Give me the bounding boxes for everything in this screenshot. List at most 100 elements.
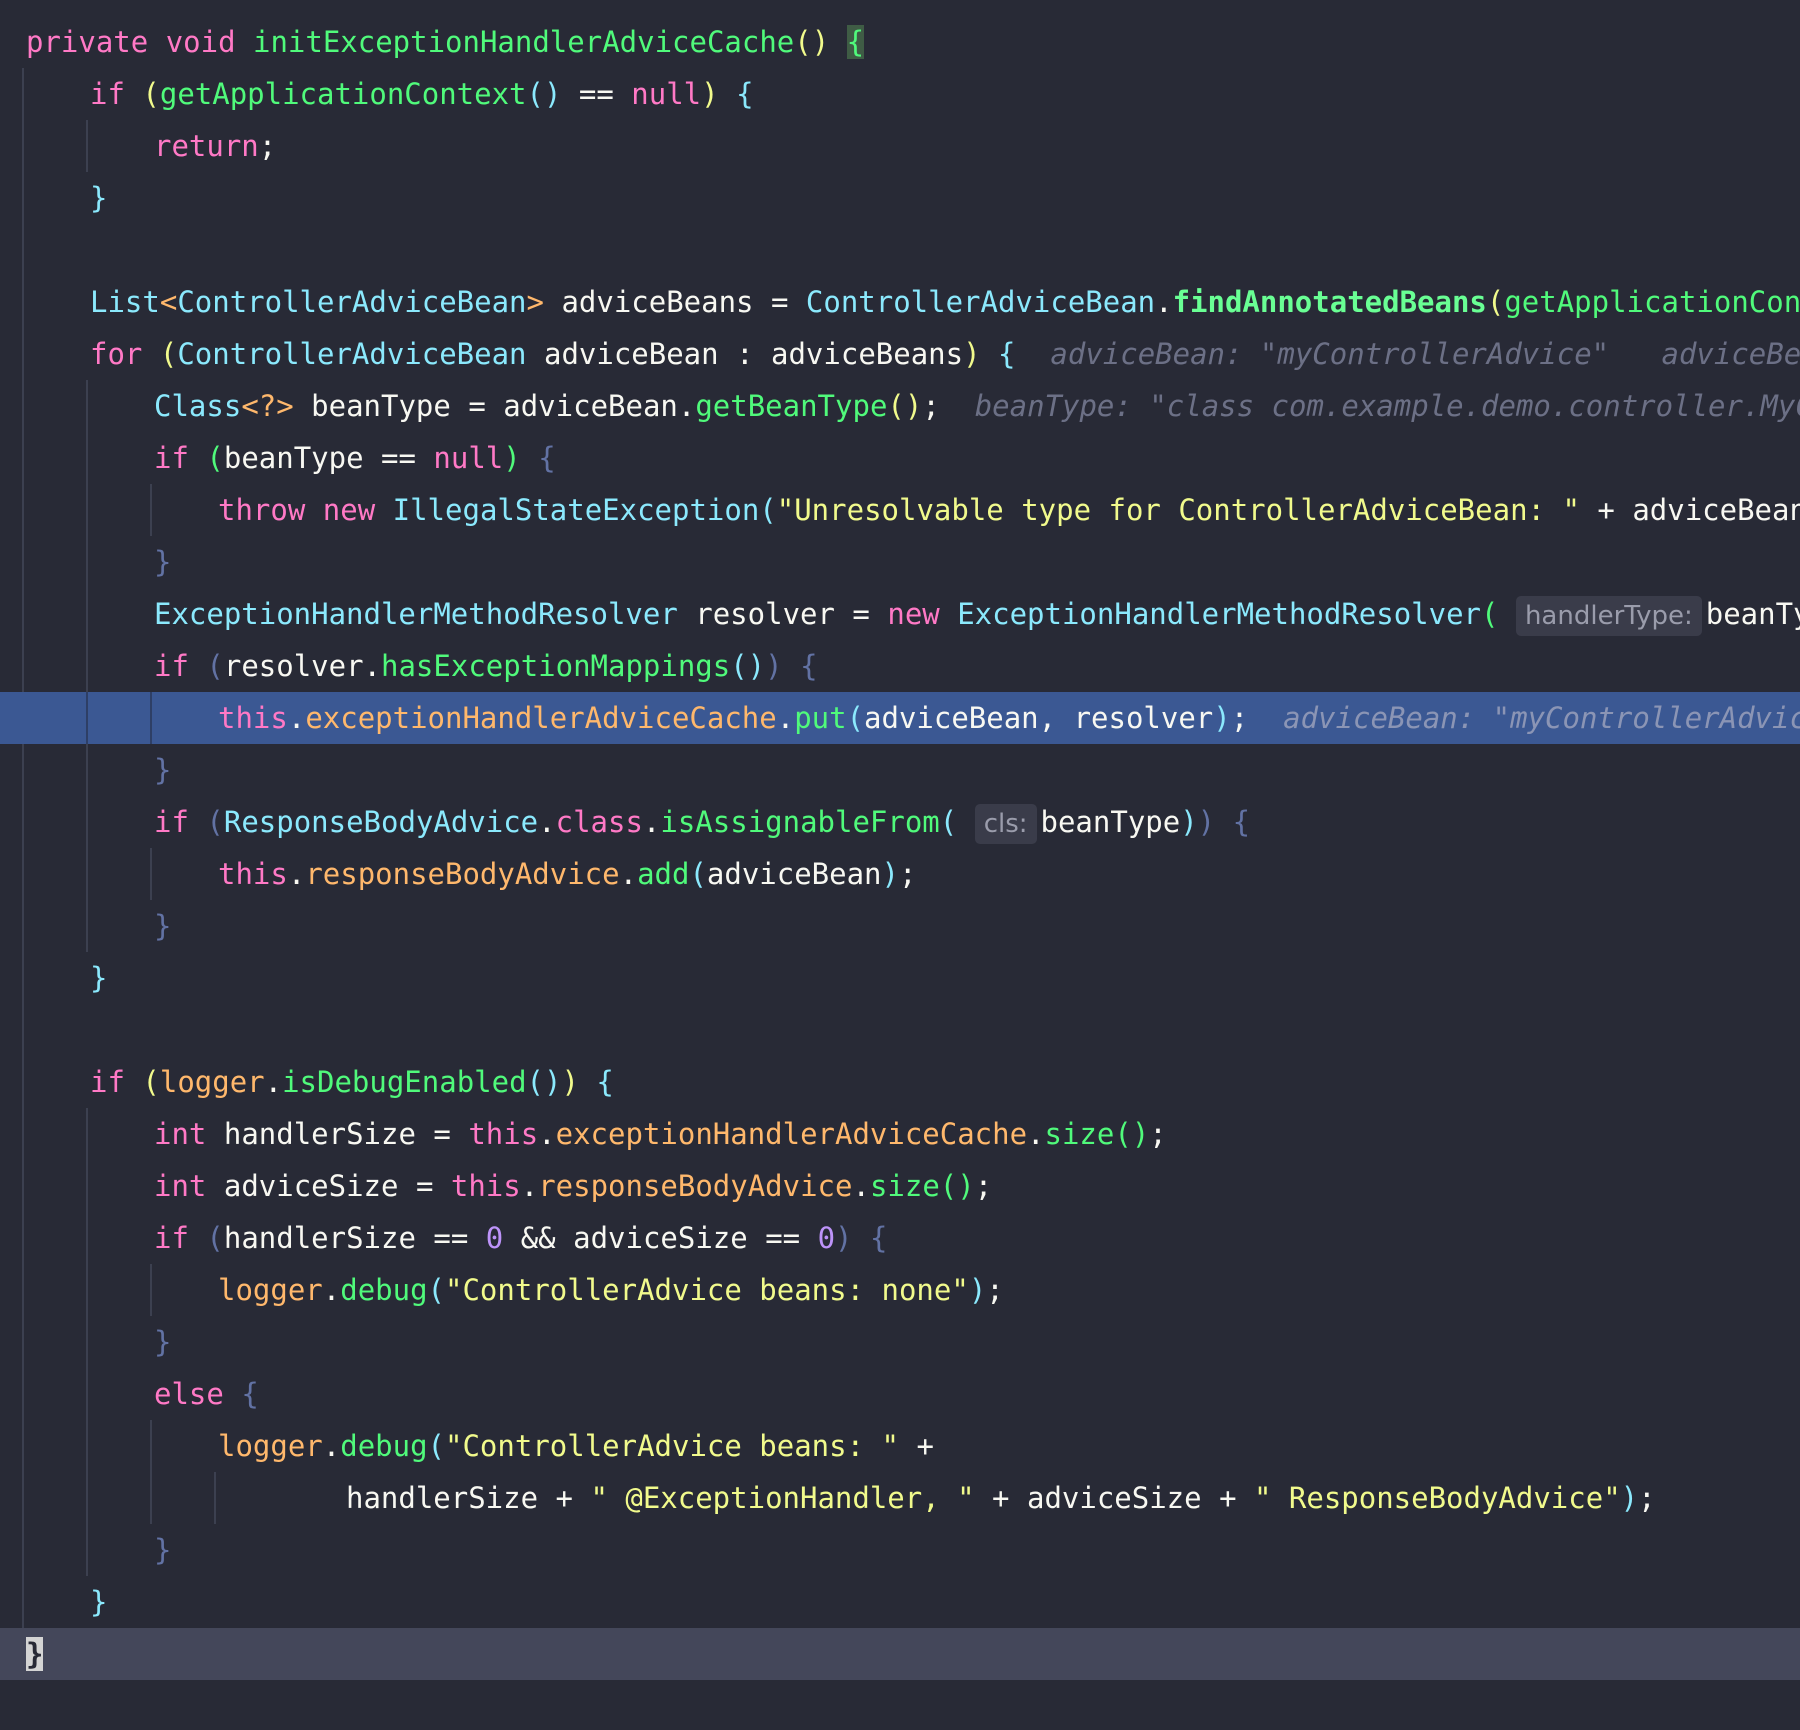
token-operator: == — [578, 77, 614, 111]
code-line-18[interactable]: } — [0, 900, 1800, 952]
code-line-5[interactable] — [0, 224, 1800, 276]
token-type: ResponseBodyAdvice — [223, 805, 539, 839]
parameter-name-hint: handlerType: — [1515, 596, 1702, 636]
code-line-16[interactable]: if (ResponseBodyAdvice.class.isAssignabl… — [0, 796, 1800, 848]
token-brace: } — [154, 1325, 172, 1359]
token-paren: () — [1114, 1117, 1150, 1151]
token-method-call: getApplicationContext — [159, 77, 527, 111]
token-dot: . — [642, 805, 661, 839]
code-line-17[interactable]: this.responseBodyAdvice.add(adviceBean); — [0, 848, 1800, 900]
token-method-name: initExceptionHandlerAdviceCache — [253, 25, 795, 59]
token-brace: } — [90, 181, 108, 215]
token-operator: == — [381, 441, 416, 475]
code-line-14-execution-point[interactable]: this.exceptionHandlerAdviceCache.put(adv… — [0, 692, 1800, 744]
token-brace: { — [869, 1221, 888, 1255]
token-dot: . — [852, 1169, 870, 1203]
token-field: responseBodyAdvice — [538, 1169, 853, 1203]
code-line-8[interactable]: Class<?> beanType = adviceBean.getBeanTy… — [0, 380, 1800, 432]
token-variable: adviceSize — [223, 1169, 399, 1203]
debug-inline-value: beanType: "class com.example.demo.contro… — [974, 389, 1800, 423]
token-string: "ControllerAdvice beans: " — [445, 1429, 899, 1463]
token-variable: resolver — [223, 649, 364, 683]
code-line-31[interactable]: } — [0, 1576, 1800, 1628]
token-variable: adviceBeans — [771, 337, 964, 371]
code-line-23[interactable]: int adviceSize = this.responseBodyAdvice… — [0, 1160, 1800, 1212]
code-line-25[interactable]: logger.debug("ControllerAdvice beans: no… — [0, 1264, 1800, 1316]
code-editor[interactable]: private void initExceptionHandlerAdviceC… — [0, 0, 1800, 1730]
token-method-call: getApplicationContext — [1504, 285, 1800, 319]
token-type: ExceptionHandlerMethodResolver — [957, 597, 1482, 631]
token-method-call: getBeanType — [695, 389, 888, 423]
code-line-12[interactable]: ExceptionHandlerMethodResolver resolver … — [0, 588, 1800, 640]
token-variable: beanType — [1705, 597, 1800, 631]
code-line-11[interactable]: } — [0, 536, 1800, 588]
token-field: exceptionHandlerAdviceCache — [555, 1117, 1028, 1151]
token-operator: + — [1219, 1481, 1237, 1515]
code-line-20[interactable] — [0, 1004, 1800, 1056]
token-variable: handlerSize — [223, 1221, 416, 1255]
code-line-30[interactable]: } — [0, 1524, 1800, 1576]
code-line-2[interactable]: if (getApplicationContext() == null) { — [0, 68, 1800, 120]
code-line-4[interactable]: } — [0, 172, 1800, 224]
code-line-28[interactable]: logger.debug("ControllerAdvice beans: " … — [0, 1420, 1800, 1472]
token-semicolon: ; — [1638, 1481, 1656, 1515]
token-paren: ( — [142, 1065, 160, 1099]
token-dot: . — [538, 805, 556, 839]
token-paren: ( — [427, 1273, 446, 1307]
token-variable: resolver — [695, 597, 835, 631]
token-semicolon: ; — [1230, 701, 1249, 735]
token-method-call: debug — [340, 1273, 428, 1307]
code-line-21[interactable]: if (logger.isDebugEnabled()) { — [0, 1056, 1800, 1108]
caret-matched-brace: } — [26, 1637, 44, 1671]
token-keyword: if — [154, 805, 189, 839]
token-method-call: debug — [340, 1429, 428, 1463]
token-keyword: null — [433, 441, 504, 475]
token-keyword: int — [154, 1117, 207, 1151]
token-dot: . — [520, 1169, 539, 1203]
token-paren: ) — [765, 649, 783, 683]
code-line-29[interactable]: handlerSize + " @ExceptionHandler, " + a… — [0, 1472, 1800, 1524]
code-line-26[interactable]: } — [0, 1316, 1800, 1368]
token-brace: { — [736, 77, 754, 111]
token-dot: . — [264, 1065, 283, 1099]
code-line-3[interactable]: return; — [0, 120, 1800, 172]
token-field: exceptionHandlerAdviceCache — [305, 701, 777, 735]
token-paren: ( — [206, 1221, 224, 1255]
token-variable: adviceBean — [503, 389, 678, 423]
token-keyword: if — [154, 649, 189, 683]
code-line-7[interactable]: for (ControllerAdviceBean adviceBean : a… — [0, 328, 1800, 380]
token-semicolon: ; — [986, 1273, 1004, 1307]
code-line-19[interactable]: } — [0, 952, 1800, 1004]
code-line-24[interactable]: if (handlerSize == 0 && adviceSize == 0)… — [0, 1212, 1800, 1264]
token-keyword: throw — [218, 493, 306, 527]
parameter-name-hint: cls: — [974, 804, 1037, 844]
code-line-13[interactable]: if (resolver.hasExceptionMappings()) { — [0, 640, 1800, 692]
debug-inline-value: adviceBean: "myControllerAdvice" — [1283, 701, 1800, 735]
token-paren: ) — [1213, 701, 1231, 735]
token-paren: ( — [159, 337, 178, 371]
token-keyword: for — [90, 337, 143, 371]
code-line-32-caret[interactable]: } — [0, 1628, 1800, 1680]
token-keyword: new — [322, 493, 376, 527]
debug-inline-value: adviceBean: "myControllerAdvice" — [1050, 337, 1610, 371]
token-keyword: this — [450, 1169, 521, 1203]
token-variable: adviceBeans — [561, 285, 754, 319]
code-line-15[interactable]: } — [0, 744, 1800, 796]
code-line-6[interactable]: List<ControllerAdviceBean> adviceBeans =… — [0, 276, 1800, 328]
token-type: ExceptionHandlerMethodResolver — [154, 597, 678, 631]
token-dot: . — [287, 857, 306, 891]
code-line-10[interactable]: throw new IllegalStateException("Unresol… — [0, 484, 1800, 536]
token-dot: . — [776, 701, 795, 735]
token-brace: { — [800, 649, 818, 683]
code-line-9[interactable]: if (beanType == null) { — [0, 432, 1800, 484]
code-line-1[interactable]: private void initExceptionHandlerAdviceC… — [0, 16, 1800, 68]
token-number: 0 — [485, 1221, 504, 1255]
code-line-22[interactable]: int handlerSize = this.exceptionHandlerA… — [0, 1108, 1800, 1160]
token-field: logger — [218, 1429, 323, 1463]
token-field: logger — [218, 1273, 323, 1307]
token-paren: ( — [939, 805, 958, 839]
token-keyword: int — [154, 1169, 207, 1203]
token-paren: ( — [427, 1429, 446, 1463]
code-line-27[interactable]: else { — [0, 1368, 1800, 1420]
token-field: logger — [159, 1065, 265, 1099]
